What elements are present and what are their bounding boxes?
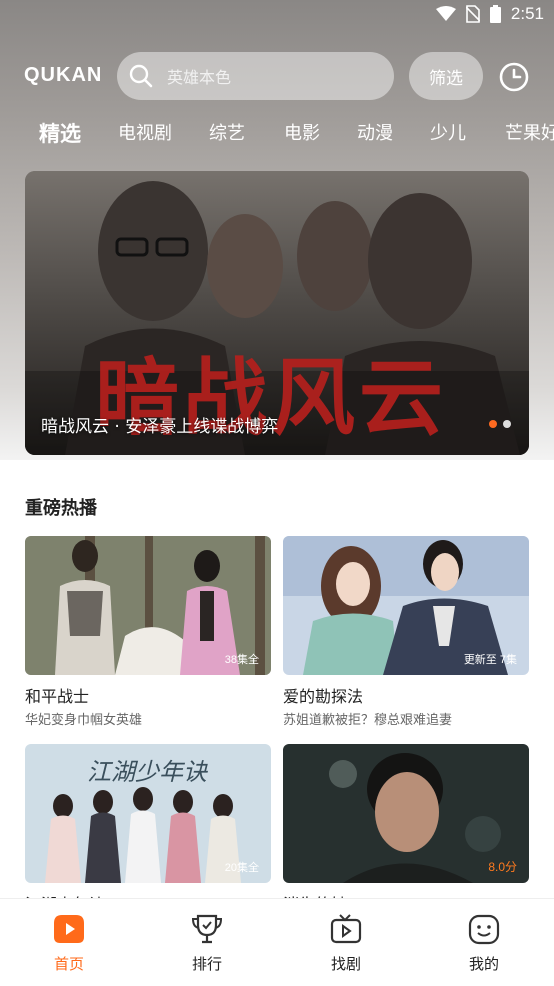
- show-thumbnail: 江湖少年诀 20集全: [25, 744, 271, 883]
- nav-label: 排行: [191, 955, 222, 973]
- show-card[interactable]: 38集全 和平战士 华妃变身巾帼女英雄: [25, 536, 271, 728]
- wifi-icon: [435, 6, 456, 21]
- nav-find-shows[interactable]: 找剧: [301, 913, 391, 974]
- search-icon: [129, 64, 153, 88]
- tab-tv-series[interactable]: 电视剧: [118, 112, 172, 156]
- nav-label: 我的: [468, 955, 499, 973]
- show-description: 苏姐道歉被拒？穆总艰难追妻: [283, 713, 453, 728]
- home-play-icon: [54, 915, 84, 943]
- section-title: 重磅热播: [25, 498, 97, 519]
- carousel-indicator: [489, 420, 511, 428]
- tab-anime[interactable]: 动漫: [357, 112, 393, 156]
- episode-badge: 20集全: [224, 862, 259, 874]
- nav-ranking[interactable]: 排行: [162, 913, 252, 974]
- show-poster-title-text: 江湖少年诀: [87, 758, 209, 786]
- show-thumbnail: 8.0分: [283, 744, 529, 883]
- nav-home[interactable]: 首页: [24, 913, 114, 974]
- app-logo: QUKAN: [24, 64, 103, 86]
- rating-badge: 8.0分: [488, 860, 517, 874]
- trophy-icon: [191, 914, 223, 944]
- nav-label: 找剧: [330, 955, 361, 973]
- no-sim-icon: [465, 5, 480, 23]
- category-tabs: 精选 电视剧 综艺 电影 动漫 少儿 芒果好: [0, 112, 554, 156]
- hero-banner[interactable]: 暗战风云 暗战风云 · 安泽豪上线谍战博弈: [25, 171, 529, 455]
- tab-movies[interactable]: 电影: [284, 112, 320, 156]
- show-description: 华妃变身巾帼女英雄: [25, 713, 143, 728]
- banner-caption: 暗战风云 · 安泽豪上线谍战博弈: [41, 417, 279, 437]
- show-title: 和平战士: [25, 687, 90, 705]
- bottom-navigation: 首页 排行 找剧 我的: [0, 898, 554, 986]
- tab-mango[interactable]: 芒果好: [505, 112, 554, 156]
- battery-icon: [489, 5, 501, 23]
- episode-badge: 38集全: [224, 654, 259, 666]
- tab-featured[interactable]: 精选: [39, 112, 81, 156]
- tab-kids[interactable]: 少儿: [430, 112, 466, 156]
- tv-icon: [330, 914, 362, 944]
- show-title: 爱的勘探法: [283, 687, 364, 705]
- show-card[interactable]: 8.0分 消失的她: [283, 744, 529, 913]
- status-bar: 2:51: [0, 0, 554, 30]
- show-thumbnail: 更新至 7集: [283, 536, 529, 675]
- nav-profile[interactable]: 我的: [439, 913, 529, 974]
- tab-variety[interactable]: 综艺: [209, 112, 245, 156]
- history-clock-icon[interactable]: [499, 62, 529, 92]
- show-thumbnail: 38集全: [25, 536, 271, 675]
- search-placeholder: 英雄本色: [167, 68, 232, 87]
- nav-label: 首页: [53, 955, 84, 973]
- episode-badge: 更新至 7集: [463, 654, 517, 666]
- show-card[interactable]: 江湖少年诀 20集全 江湖少年诀: [25, 744, 271, 913]
- carousel-dot-active: [489, 420, 497, 428]
- status-time: 2:51: [510, 4, 544, 23]
- carousel-dot: [503, 420, 511, 428]
- smile-face-icon: [468, 914, 500, 945]
- header: QUKAN 英雄本色 筛选: [0, 50, 554, 104]
- filter-button[interactable]: 筛选: [409, 52, 483, 100]
- show-card[interactable]: 更新至 7集 爱的勘探法 苏姐道歉被拒？穆总艰难追妻: [283, 536, 529, 728]
- search-input[interactable]: 英雄本色: [117, 52, 394, 100]
